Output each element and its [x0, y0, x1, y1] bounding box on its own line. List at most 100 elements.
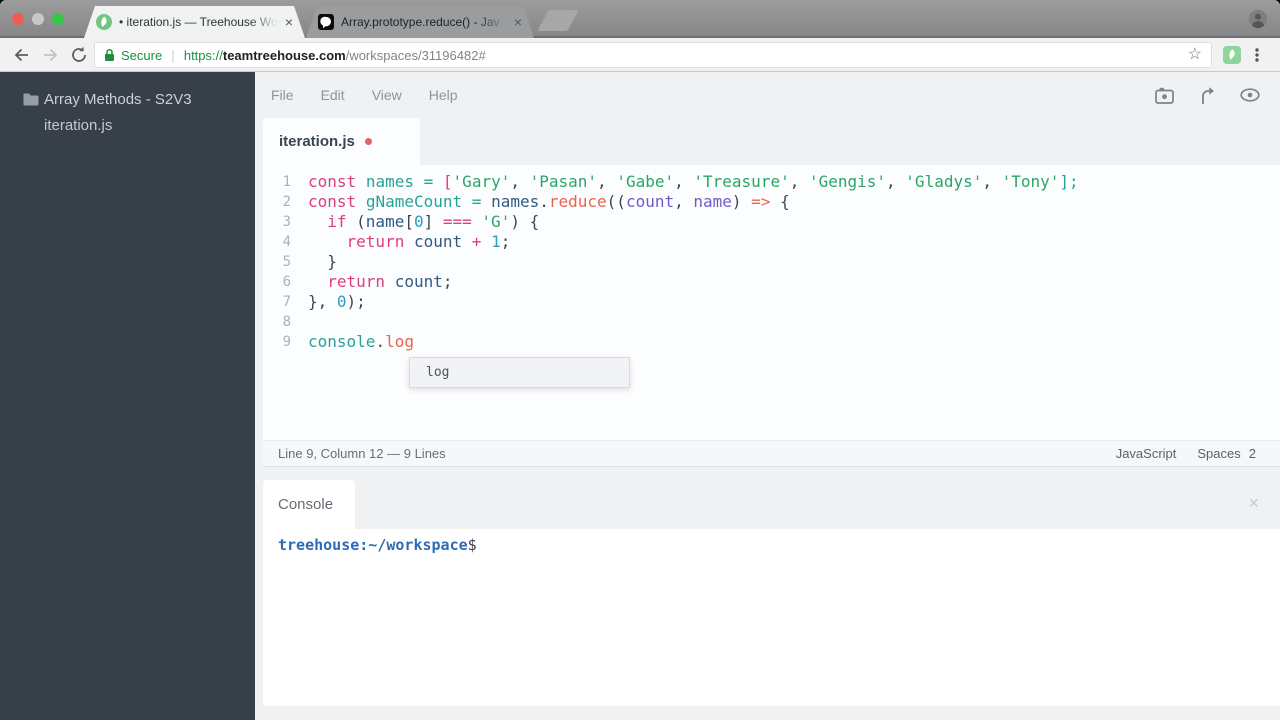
code-text[interactable]: const gNameCount = names.reduce((count, … — [308, 192, 790, 212]
code-token: , — [674, 192, 694, 211]
code-text[interactable]: }, 0); — [308, 292, 366, 312]
fork-icon[interactable] — [1198, 86, 1216, 105]
mdn-favicon — [318, 14, 334, 30]
code-token: ); — [346, 292, 366, 311]
code-token: , — [597, 172, 617, 191]
code-token: = — [423, 172, 434, 191]
code-token: count — [413, 232, 463, 251]
reload-icon[interactable] — [69, 45, 89, 65]
code-token: 0 — [336, 292, 347, 311]
menu-item-edit[interactable]: Edit — [321, 87, 345, 103]
code-token: ) — [731, 192, 752, 211]
code-token: 'Gary' — [452, 172, 511, 191]
menu-item-view[interactable]: View — [372, 87, 402, 103]
code-token: === — [442, 212, 472, 231]
window-minimize-button[interactable] — [32, 13, 44, 25]
address-bar[interactable]: Secure | https://teamtreehouse.com/works… — [94, 42, 1212, 68]
line-number: 7 — [282, 294, 291, 310]
code-token: , — [982, 172, 1002, 191]
cursor-position-label: Line 9, Column 12 — 9 Lines — [278, 446, 446, 461]
language-mode-label[interactable]: JavaScript — [1116, 446, 1177, 461]
autocomplete-item[interactable]: log — [410, 358, 629, 387]
code-text[interactable]: console.log — [308, 332, 414, 352]
security-label: Secure — [121, 47, 163, 63]
code-token: = — [471, 192, 482, 211]
console-close-icon[interactable]: × — [1248, 494, 1259, 512]
code-token: return — [346, 232, 405, 251]
console-terminal[interactable]: treehouse:~/workspace$ — [263, 529, 1280, 706]
browser-menu-icon[interactable] — [1248, 46, 1266, 64]
url-path: /workspaces/31196482# — [345, 47, 486, 63]
code-token: } — [308, 252, 337, 271]
code-token: , — [510, 172, 530, 191]
code-token: ( — [346, 212, 366, 231]
editor-file-tab[interactable]: iteration.js — [263, 118, 420, 165]
code-token: , — [674, 172, 694, 191]
forward-icon[interactable] — [41, 45, 61, 65]
code-text[interactable]: if (name[0] === 'G') { — [308, 212, 539, 232]
snapshot-camera-icon[interactable] — [1155, 87, 1174, 104]
code-area: 1 const names = ['Gary', 'Pasan', 'Gabe',… — [263, 172, 1280, 352]
workspace-main: File Edit View Help iteration.js 1 const… — [255, 72, 1280, 720]
menu-item-help[interactable]: Help — [429, 87, 458, 103]
bookmark-star-icon[interactable]: ☆ — [1188, 47, 1202, 63]
code-token: 'G' — [481, 212, 511, 231]
prompt-symbol: $ — [467, 536, 477, 554]
code-text[interactable]: return count; — [308, 272, 452, 292]
terminal-prompt: treehouse:~/workspace$ — [278, 536, 1280, 554]
url-host: teamtreehouse.com — [222, 47, 346, 63]
code-token: => — [751, 192, 771, 211]
back-icon[interactable] — [11, 45, 31, 65]
code-token: , — [789, 172, 809, 191]
modified-dot-icon — [364, 138, 372, 145]
new-tab-button[interactable] — [537, 10, 579, 31]
code-line: 8 — [263, 312, 1280, 332]
code-token: 'Treasure' — [693, 172, 790, 191]
code-token: . — [539, 192, 549, 211]
prompt-path: treehouse:~/workspace — [278, 536, 468, 554]
code-token: }, — [308, 292, 337, 311]
autocomplete-popup: log — [409, 357, 630, 388]
menu-item-file[interactable]: File — [271, 87, 294, 103]
code-token: const — [308, 192, 357, 211]
window-zoom-button[interactable] — [52, 13, 64, 25]
sidebar-item-file[interactable]: iteration.js — [44, 117, 112, 134]
workspace-toolbar-icons — [1155, 72, 1280, 118]
browser-tab-mdn[interactable]: Array.prototype.reduce() - Jav × — [306, 6, 534, 38]
console-tab[interactable]: Console — [263, 480, 355, 529]
code-text[interactable]: return count + 1; — [308, 232, 511, 252]
code-token: , — [886, 172, 906, 191]
code-token: [ — [442, 172, 453, 191]
code-editor[interactable]: 1 const names = ['Gary', 'Pasan', 'Gabe',… — [263, 165, 1280, 440]
code-token: 'Tony' — [1001, 172, 1060, 191]
code-text[interactable]: } — [308, 252, 337, 272]
code-text[interactable]: const names = ['Gary', 'Pasan', 'Gabe', … — [308, 172, 1079, 192]
code-token: 0 — [413, 212, 424, 231]
tab-close-icon[interactable]: × — [514, 15, 522, 29]
line-number: 6 — [282, 274, 291, 290]
code-token: count — [394, 272, 443, 291]
tab-title: • iteration.js — Treehouse Wor — [119, 15, 278, 29]
extension-icon[interactable] — [1223, 46, 1241, 64]
lock-icon — [105, 48, 114, 61]
code-token: ) { — [510, 212, 540, 231]
window-close-button[interactable] — [12, 13, 24, 25]
preview-eye-icon[interactable] — [1240, 88, 1260, 102]
code-token: 'Gengis' — [808, 172, 887, 191]
line-number: 5 — [282, 254, 291, 270]
indent-size-label[interactable]: 2 — [1249, 446, 1256, 461]
code-token: 'Pasan' — [529, 172, 598, 191]
indent-type-label[interactable]: Spaces — [1197, 446, 1240, 461]
sidebar-item-project[interactable]: Array Methods - S2V3 — [44, 91, 192, 108]
line-number: 1 — [282, 174, 291, 190]
profile-icon[interactable] — [1248, 9, 1268, 29]
browser-tab-workspace[interactable]: • iteration.js — Treehouse Wor × — [84, 6, 305, 38]
tab-close-icon[interactable]: × — [285, 15, 293, 29]
